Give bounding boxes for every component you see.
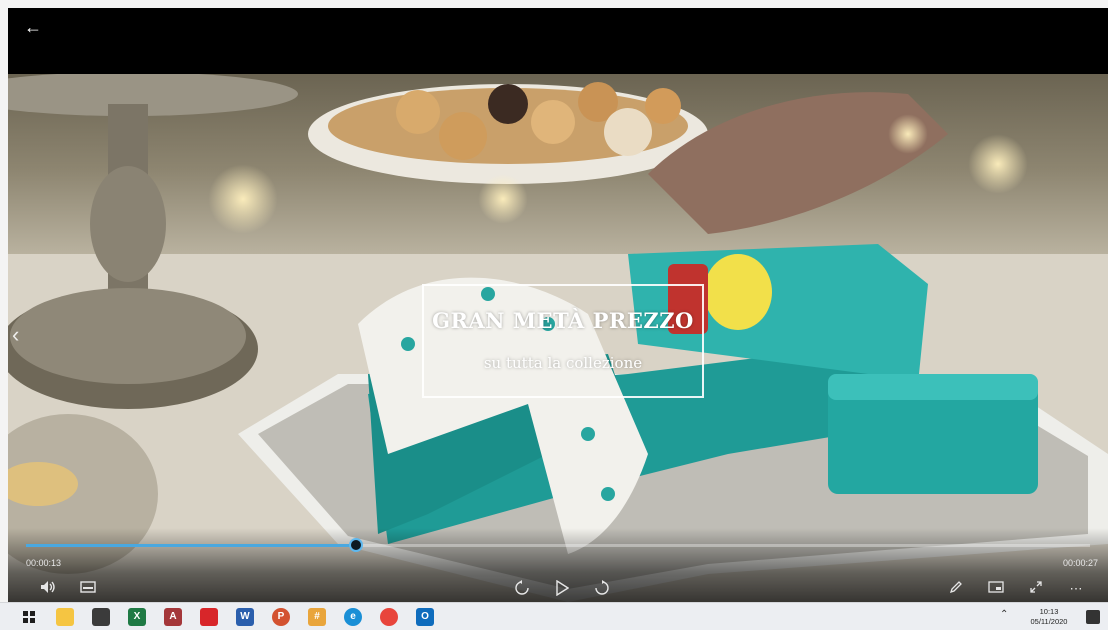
promo-overlay: GRAN METÀ PREZZO su tutta la collezione [422,284,704,398]
subtitles-icon[interactable] [78,580,98,598]
acrobat-icon[interactable] [200,608,218,626]
windows-taskbar: X A W P # e O ⌃ 10:13 05/11/2020 [0,602,1108,630]
light-bokeh [888,114,928,154]
previous-chevron-icon[interactable]: ‹ [12,322,26,348]
forward-30-icon[interactable] [592,580,612,598]
clock-time: 10:13 [1039,607,1059,616]
light-bokeh [208,164,278,234]
miniplayer-icon[interactable] [986,580,1006,598]
tray-chevron-up-icon[interactable]: ⌃ [1000,609,1008,620]
pencil-icon[interactable] [946,580,966,598]
playback-controls: 00:00:13 00:00:27 ⋯ [8,528,1108,602]
more-icon[interactable]: ⋯ [1066,580,1086,598]
word-icon[interactable]: W [236,608,254,626]
edge-icon[interactable]: e [344,608,362,626]
light-bokeh [478,174,528,224]
powerpoint-icon[interactable]: P [272,608,290,626]
time-elapsed: 00:00:13 [26,558,62,568]
player-title-bar: ← [8,8,1108,74]
promo-subtitle: su tutta la collezione [483,354,643,372]
promo-title: GRAN METÀ PREZZO [432,308,694,333]
access-icon[interactable]: A [164,608,182,626]
notifications-icon[interactable] [1086,610,1100,624]
clock-date: 05/11/2020 [1030,617,1068,626]
outlook-icon[interactable]: O [416,608,434,626]
video-player-window: ← GRAN METÀ PREZZO su tutta la collezion… [8,8,1108,602]
system-clock[interactable]: 10:13 05/11/2020 [1020,607,1078,627]
volume-icon[interactable] [38,580,58,598]
slack-icon[interactable]: # [308,608,326,626]
back-arrow-icon[interactable]: ← [22,16,44,38]
file-explorer-icon[interactable] [56,608,74,626]
time-total: 00:00:27 [1062,558,1098,568]
chrome-icon[interactable] [380,608,398,626]
start-icon[interactable] [20,608,38,626]
seek-thumb[interactable] [348,538,363,552]
fullscreen-icon[interactable] [1026,580,1046,598]
excel-icon[interactable]: X [128,608,146,626]
light-bokeh [968,134,1028,194]
rewind-10-icon[interactable] [512,580,532,598]
video-frame[interactable]: GRAN METÀ PREZZO su tutta la collezione … [8,74,1108,602]
store-icon[interactable] [92,608,110,626]
seek-bar-progress [26,544,356,547]
play-icon[interactable] [552,579,572,598]
seek-bar[interactable] [26,538,1090,552]
screen: ← GRAN METÀ PREZZO su tutta la collezion… [0,0,1108,630]
